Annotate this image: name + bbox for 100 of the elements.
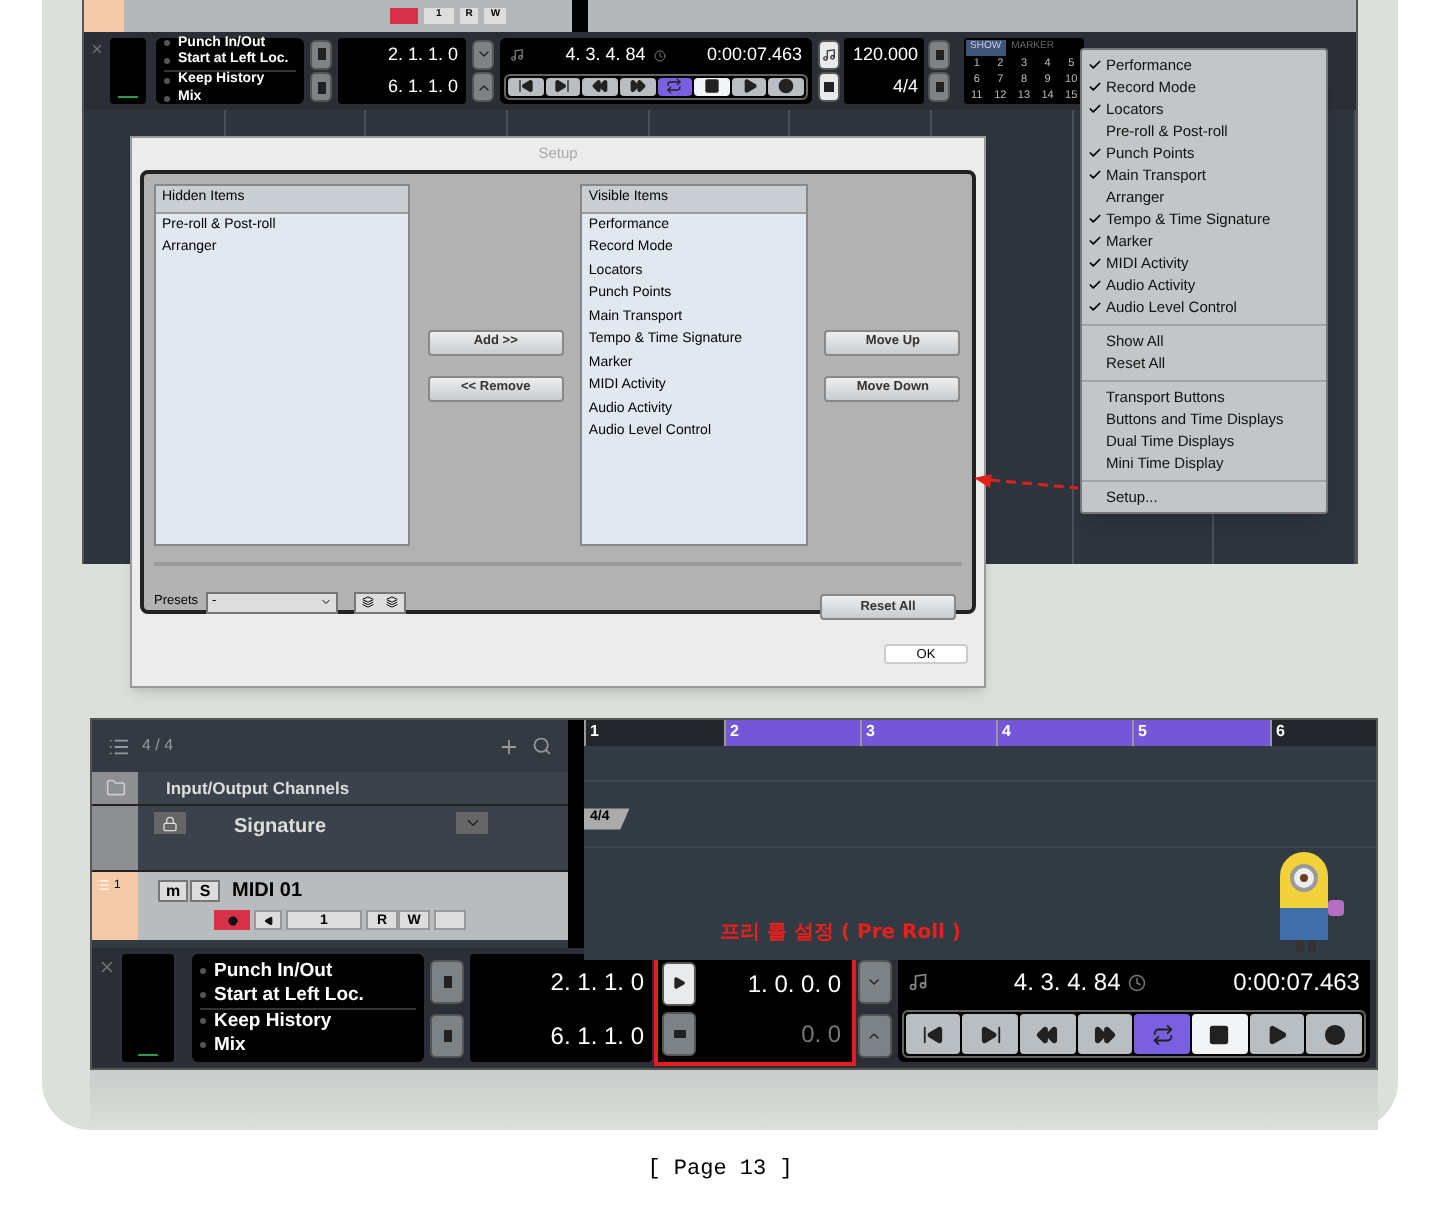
cycle-icon: [666, 78, 683, 95]
ruler-bar[interactable]: 2: [724, 720, 860, 747]
dashed-arrow: [974, 474, 1078, 494]
cycle-icon: [1151, 1023, 1174, 1046]
note-icon: [907, 972, 928, 993]
play-button[interactable]: [731, 77, 767, 96]
nudge-down-button[interactable]: [857, 1013, 892, 1058]
position-time[interactable]: 0:00:07.463: [1233, 964, 1360, 1001]
to-end-icon: [979, 1023, 1002, 1046]
sync-mode-button[interactable]: [928, 72, 950, 103]
button-glyph-icon: [672, 976, 686, 991]
solo-button[interactable]: S: [190, 880, 220, 903]
rewind-button[interactable]: [1019, 1014, 1076, 1055]
page-caption: [ Page 13 ]: [647, 1156, 793, 1186]
sync-button[interactable]: [928, 39, 950, 70]
folder-track[interactable]: Input/Output Channels: [92, 772, 569, 807]
signature-value[interactable]: 4/4: [892, 74, 918, 101]
record-button[interactable]: [768, 77, 804, 96]
forward-icon: [629, 78, 646, 95]
forward-button[interactable]: [619, 77, 655, 96]
right-locator-button[interactable]: [430, 1013, 465, 1058]
to-start-icon: [921, 1023, 944, 1046]
stop-button[interactable]: [694, 77, 730, 96]
forward-icon: [1093, 1023, 1116, 1046]
stop-icon: [1208, 1023, 1231, 1046]
position-bars[interactable]: 4. 3. 4. 84: [1013, 964, 1121, 1001]
punch-option[interactable]: Start at Left Loc.: [214, 983, 364, 1008]
pre-roll-button[interactable]: [662, 961, 696, 1006]
cycle-button[interactable]: [1134, 1014, 1190, 1055]
record-icon: [778, 78, 795, 95]
right-locator-button[interactable]: [310, 72, 332, 103]
to-start-button[interactable]: [508, 77, 544, 96]
ruler-bar[interactable]: 3: [860, 720, 996, 747]
play-button[interactable]: [1249, 1014, 1305, 1055]
right-locator-value[interactable]: 6. 1. 1. 0: [550, 1017, 644, 1054]
punch-option[interactable]: Keep History: [214, 1009, 332, 1034]
record-icon: [1323, 1023, 1346, 1046]
right-locator-value[interactable]: 6. 1. 1. 0: [387, 74, 458, 101]
punch-option[interactable]: Punch In/Out: [214, 959, 333, 984]
play-icon: [741, 78, 758, 95]
mute-button[interactable]: m: [158, 880, 188, 903]
left-locator-button[interactable]: [430, 959, 465, 1004]
nudge-down-button[interactable]: [472, 72, 494, 103]
lock-button[interactable]: [154, 812, 186, 835]
punch-option[interactable]: Mix: [214, 1033, 246, 1057]
clock-icon: [1128, 973, 1147, 992]
to-start-icon: [517, 78, 534, 95]
track-type-icon: [96, 878, 110, 893]
button-glyph-icon: [935, 49, 943, 60]
ruler-bar[interactable]: 5: [1132, 720, 1270, 747]
ruler-bar[interactable]: 4: [996, 720, 1132, 747]
position-time[interactable]: 0:00:07.463: [706, 42, 802, 69]
clock-icon: [653, 49, 666, 62]
rewind-button[interactable]: [582, 77, 618, 96]
monitor-button[interactable]: [254, 910, 282, 931]
record-enable-button[interactable]: [214, 910, 250, 931]
record-icon: [227, 915, 237, 926]
button-glyph-icon: [824, 82, 834, 93]
search-icon[interactable]: [532, 736, 553, 757]
to-end-icon: [554, 78, 571, 95]
button-glyph-icon: [935, 82, 943, 93]
nudge-up-button[interactable]: [472, 39, 494, 70]
rewind-icon: [592, 78, 609, 95]
position-bars[interactable]: 4. 3. 4. 84: [565, 42, 646, 69]
preset-buttons[interactable]: [354, 591, 407, 613]
left-locator-button[interactable]: [310, 39, 332, 70]
to-end-button[interactable]: [962, 1014, 1018, 1055]
nudge-up-button[interactable]: [857, 959, 892, 1004]
close-icon[interactable]: [98, 958, 116, 977]
play-icon: [1265, 1023, 1288, 1046]
record-button[interactable]: [1306, 1014, 1362, 1055]
post-roll-button[interactable]: [662, 1011, 696, 1056]
left-locator-value[interactable]: 2. 1. 1. 0: [550, 963, 644, 1000]
add-track-icon[interactable]: [498, 735, 521, 758]
post-roll-value[interactable]: 0. 0: [801, 1015, 842, 1052]
button-glyph-icon: [317, 81, 325, 94]
track-list-icon[interactable]: [108, 735, 130, 758]
button-glyph-icon: [317, 48, 325, 61]
rewind-icon: [1036, 1023, 1059, 1046]
stop-icon: [703, 78, 720, 95]
to-start-button[interactable]: [905, 1014, 961, 1055]
click-button[interactable]: [818, 39, 840, 70]
annotation-text: 프리 롤 설정 ( Pre Roll ): [720, 920, 961, 949]
button-glyph-icon: [443, 975, 452, 988]
close-icon[interactable]: [90, 42, 104, 56]
forward-button[interactable]: [1077, 1014, 1133, 1055]
tempo-value[interactable]: 120.000: [852, 41, 918, 68]
left-locator-value[interactable]: 2. 1. 1. 0: [387, 41, 458, 68]
level-meter: [110, 38, 146, 104]
track-name[interactable]: MIDI 01: [232, 876, 303, 907]
stop-button[interactable]: [1191, 1014, 1248, 1055]
button-glyph-icon: [673, 1029, 685, 1038]
button-glyph-icon: [443, 1029, 452, 1042]
signature-track[interactable]: Signature: [92, 806, 569, 873]
folder-icon: [105, 778, 125, 799]
cycle-button[interactable]: [657, 77, 693, 96]
to-end-button[interactable]: [545, 77, 581, 96]
pre-roll-value[interactable]: 1. 0. 0. 0: [747, 965, 842, 1002]
track-count: 4 / 4: [142, 734, 174, 759]
level-meter: [122, 954, 174, 1063]
